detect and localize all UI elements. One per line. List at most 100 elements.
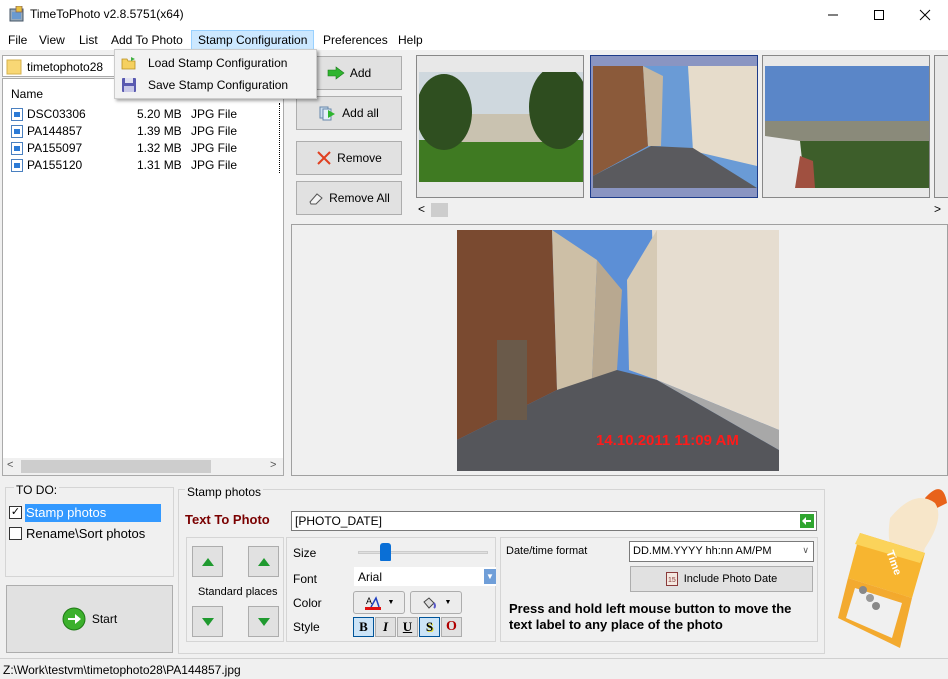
- bold-button[interactable]: B: [353, 617, 374, 637]
- color-label: Color: [293, 596, 322, 610]
- scroll-thumb[interactable]: [431, 203, 448, 217]
- add-label: Add: [349, 66, 372, 80]
- scroll-right-arrow[interactable]: >: [934, 202, 941, 216]
- italic-button[interactable]: I: [375, 617, 396, 637]
- menu-view[interactable]: View: [33, 30, 71, 50]
- add-all-button[interactable]: Add all: [296, 96, 402, 130]
- remove-label: Remove: [337, 151, 382, 165]
- rename-sort-checkbox[interactable]: [9, 527, 22, 540]
- include-photo-date-button[interactable]: 15 Include Photo Date: [630, 566, 813, 592]
- standard-places-group: Standard places: [186, 537, 284, 642]
- file-list-hscrollbar[interactable]: < >: [3, 458, 283, 475]
- file-list[interactable]: Name DSC03306 5.20 MB JPG File PA144857 …: [2, 78, 284, 476]
- file-row[interactable]: PA144857 1.39 MB JPG File: [11, 123, 281, 140]
- todo-group: TO DO: ✓ Stamp photos Rename\Sort photos: [5, 483, 174, 577]
- file-type: JPG File: [191, 107, 238, 121]
- add-all-icon: [319, 106, 336, 121]
- stamp-photos-label: Stamp photos: [25, 504, 161, 522]
- menu-list[interactable]: List: [73, 30, 104, 50]
- folder-name: timetophoto28: [27, 60, 104, 74]
- italic-glyph: I: [382, 619, 389, 634]
- menu-load-stamp-configuration[interactable]: Load Stamp Configuration: [115, 52, 316, 74]
- photo-preview-panel: 14.10.2011 11:09 AM: [291, 224, 948, 476]
- scroll-thumb[interactable]: [21, 460, 211, 473]
- font-label: Font: [293, 572, 318, 586]
- stamp-text-input[interactable]: [PHOTO_DATE]: [291, 511, 817, 531]
- bold-glyph: B: [359, 619, 368, 634]
- minimize-button[interactable]: [810, 0, 856, 30]
- font-value: Arial: [358, 570, 383, 584]
- thumbnail-hscrollbar[interactable]: < >: [410, 202, 948, 219]
- up-triangle-icon: [257, 557, 270, 566]
- thumbnail[interactable]: [416, 55, 584, 198]
- size-slider-thumb[interactable]: [380, 543, 392, 561]
- stamp-photos-checkbox[interactable]: ✓: [9, 506, 22, 519]
- remove-button[interactable]: Remove: [296, 141, 402, 175]
- datetime-format-select[interactable]: DD.MM.YYYY hh:nn AM/PM ∨: [629, 541, 814, 562]
- file-row[interactable]: PA155120 1.31 MB JPG File: [11, 157, 281, 174]
- file-row[interactable]: DSC03306 5.20 MB JPG File: [11, 106, 281, 123]
- stamp-photos-group: Stamp photos Text To Photo [PHOTO_DATE] …: [178, 485, 825, 654]
- standard-places-label: Standard places: [198, 586, 278, 598]
- remove-all-label: Remove All: [329, 191, 390, 205]
- file-size: 5.20 MB: [137, 107, 182, 121]
- thumbnail-partial[interactable]: [934, 55, 948, 198]
- start-arrow-icon: [62, 607, 86, 631]
- underline-button[interactable]: U: [397, 617, 418, 637]
- place-top-left-button[interactable]: [192, 546, 223, 577]
- scroll-left-arrow[interactable]: <: [418, 202, 425, 216]
- font-dropdown-arrow[interactable]: ▼: [484, 569, 496, 584]
- include-photo-date-label: Include Photo Date: [683, 573, 778, 585]
- start-button[interactable]: Start: [6, 585, 173, 653]
- paint-bucket-icon: [422, 596, 436, 609]
- stamp-text-overlay[interactable]: 14.10.2011 11:09 AM: [596, 432, 739, 449]
- menu-load-label: Load Stamp Configuration: [148, 56, 288, 70]
- menu-save-label: Save Stamp Configuration: [148, 78, 289, 92]
- scroll-left-arrow[interactable]: <: [7, 459, 13, 471]
- svg-text:15: 15: [668, 577, 676, 584]
- image-file-icon: [11, 142, 23, 155]
- background-color-button[interactable]: ▼: [410, 591, 462, 614]
- shadow-button[interactable]: S: [419, 617, 440, 637]
- stamp-configuration-dropdown: Load Stamp Configuration Save Stamp Conf…: [114, 49, 317, 99]
- outline-button[interactable]: O: [441, 617, 462, 637]
- timetophoto-logo: Time: [838, 489, 947, 648]
- column-header-name[interactable]: Name: [11, 87, 43, 101]
- file-row[interactable]: PA155097 1.32 MB JPG File: [11, 140, 281, 157]
- file-type: JPG File: [191, 141, 238, 155]
- down-triangle-icon: [201, 617, 214, 626]
- datetime-format-label: Date/time format: [506, 545, 588, 557]
- preview-photo[interactable]: 14.10.2011 11:09 AM: [457, 230, 779, 471]
- maximize-button[interactable]: [856, 0, 902, 30]
- status-bar: Z:\Work\testvm\timetophoto28\PA144857.jp…: [0, 658, 948, 679]
- maximize-icon: [874, 10, 884, 20]
- menu-help[interactable]: Help: [392, 30, 429, 50]
- menu-add-to-photo[interactable]: Add To Photo: [105, 30, 189, 50]
- svg-text:A: A: [366, 596, 372, 606]
- size-slider[interactable]: [358, 543, 488, 561]
- todo-option-stamp[interactable]: ✓ Stamp photos: [9, 504, 161, 522]
- menu-preferences[interactable]: Preferences: [317, 30, 394, 50]
- remove-all-button[interactable]: Remove All: [296, 181, 402, 215]
- file-name: PA144857: [27, 124, 83, 138]
- datetime-format-value: DD.MM.YYYY hh:nn AM/PM: [633, 545, 772, 557]
- scroll-right-arrow[interactable]: >: [270, 459, 276, 471]
- menu-stamp-configuration[interactable]: Stamp Configuration: [191, 30, 315, 50]
- thumbnail[interactable]: [762, 55, 930, 198]
- menu-file[interactable]: File: [2, 30, 33, 50]
- menu-save-stamp-configuration[interactable]: Save Stamp Configuration: [115, 74, 316, 96]
- close-button[interactable]: [902, 0, 948, 30]
- style-label: Style: [293, 620, 320, 634]
- font-select[interactable]: Arial ▼: [354, 567, 496, 586]
- todo-option-rename[interactable]: Rename\Sort photos: [9, 525, 161, 543]
- place-bottom-right-button[interactable]: [248, 606, 279, 637]
- thumbnail-selected[interactable]: [590, 55, 758, 198]
- place-bottom-left-button[interactable]: [192, 606, 223, 637]
- text-color-button[interactable]: A ▼: [353, 591, 405, 614]
- file-type: JPG File: [191, 124, 238, 138]
- file-size: 1.31 MB: [137, 158, 182, 172]
- insert-arrow-icon[interactable]: [800, 514, 814, 528]
- green-arrow-icon: [327, 66, 345, 80]
- minimize-icon: [828, 14, 838, 16]
- place-top-right-button[interactable]: [248, 546, 279, 577]
